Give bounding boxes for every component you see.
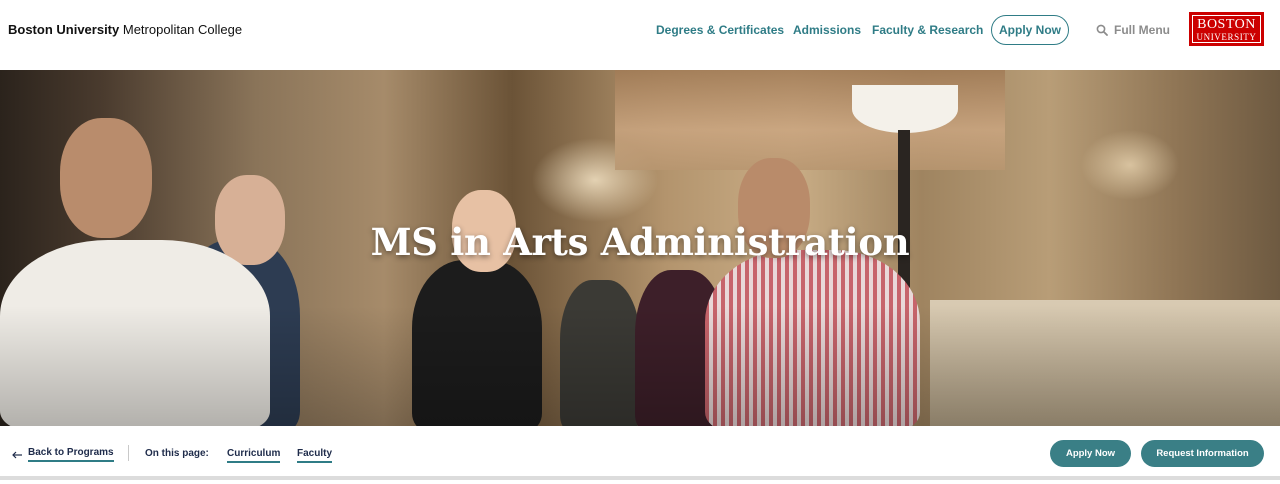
logo-line-2: UNIVERSITY: [1196, 32, 1257, 42]
page-title: MS in Arts Administration: [370, 220, 910, 264]
brand-college[interactable]: Metropolitan College: [119, 22, 242, 37]
hero-banner: MS in Arts Administration: [0, 70, 1280, 426]
site-brand[interactable]: Boston University Metropolitan College: [8, 22, 242, 37]
search-icon: [1096, 24, 1108, 36]
hero-lamp: [852, 85, 958, 133]
subnav-link-faculty[interactable]: Faculty: [297, 448, 333, 463]
full-menu-button[interactable]: Full Menu: [1096, 23, 1170, 37]
full-menu-label: Full Menu: [1114, 23, 1170, 37]
back-to-programs-link[interactable]: Back to Programs: [12, 447, 114, 462]
subnav-divider: [128, 445, 129, 461]
subnav-link-curriculum[interactable]: Curriculum: [227, 448, 281, 463]
nav-faculty-research[interactable]: Faculty & Research: [872, 23, 983, 37]
site-header: Boston University Metropolitan College D…: [0, 0, 1280, 70]
page-subnav: Back to Programs On this page: Curriculu…: [0, 426, 1280, 480]
header-apply-now-button[interactable]: Apply Now: [991, 15, 1069, 45]
on-this-page-label: On this page:: [145, 448, 209, 459]
brand-name[interactable]: Boston University: [8, 22, 119, 37]
arrow-left-icon: [12, 451, 22, 458]
logo-line-1: BOSTON: [1197, 17, 1256, 32]
request-information-button[interactable]: Request Information: [1141, 440, 1264, 467]
nav-admissions[interactable]: Admissions: [793, 23, 861, 37]
subnav-apply-now-button[interactable]: Apply Now: [1050, 440, 1131, 467]
back-to-programs-label: Back to Programs: [28, 447, 114, 462]
boston-university-logo[interactable]: BOSTON UNIVERSITY: [1189, 12, 1264, 46]
nav-degrees-certificates[interactable]: Degrees & Certificates: [656, 23, 784, 37]
hero-shade: [0, 306, 1280, 426]
